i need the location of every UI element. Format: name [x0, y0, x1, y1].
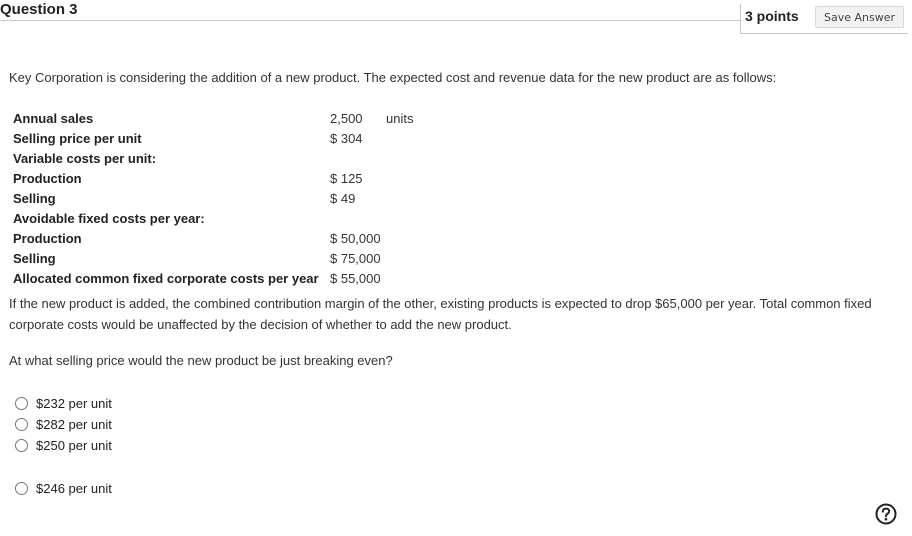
answer-option[interactable]: $232 per unit — [15, 395, 112, 411]
row-unit-annual-sales: units — [386, 111, 414, 126]
header-divider — [0, 20, 740, 21]
row-label-variable-production: Production — [13, 171, 82, 186]
radio-button[interactable] — [15, 417, 28, 431]
row-value-variable-production: $ 125 — [330, 171, 363, 186]
row-value-fixed-production: $ 50,000 — [330, 231, 381, 246]
save-answer-button[interactable]: Save Answer — [815, 6, 904, 28]
option-label: $232 per unit — [36, 395, 112, 411]
points-label: 3 points — [745, 8, 799, 24]
row-label-allocated-common: Allocated common fixed corporate costs p… — [13, 271, 319, 286]
question-intro: Key Corporation is considering the addit… — [9, 70, 777, 85]
row-value-annual-sales: 2,500 — [330, 111, 363, 126]
row-label-fixed-production: Production — [13, 231, 82, 246]
option-label: $282 per unit — [36, 416, 112, 432]
row-label-fixed-selling: Selling — [13, 251, 56, 266]
question-text: At what selling price would the new prod… — [9, 353, 393, 368]
help-circle-icon[interactable] — [875, 503, 897, 525]
context-paragraph: If the new product is added, the combine… — [9, 296, 872, 332]
row-value-fixed-selling: $ 75,000 — [330, 251, 381, 266]
answer-option[interactable]: $282 per unit — [15, 416, 112, 432]
radio-button[interactable] — [15, 481, 28, 495]
option-label: $250 per unit — [36, 437, 112, 453]
row-value-allocated-common: $ 55,000 — [330, 271, 381, 286]
answer-option[interactable]: $246 per unit — [15, 480, 112, 496]
row-label-selling-price: Selling price per unit — [13, 131, 142, 146]
row-label-avoidable-fixed: Avoidable fixed costs per year: — [13, 211, 205, 226]
row-value-selling-price: $ 304 — [330, 131, 363, 146]
answer-option[interactable]: $250 per unit — [15, 437, 112, 453]
row-value-variable-selling: $ 49 — [330, 191, 356, 206]
row-label-variable-selling: Selling — [13, 191, 56, 206]
question-title: Question 3 — [0, 1, 78, 18]
row-label-variable-costs: Variable costs per unit: — [13, 151, 157, 166]
row-label-annual-sales: Annual sales — [13, 111, 94, 126]
radio-button[interactable] — [15, 438, 28, 452]
radio-button[interactable] — [15, 396, 28, 410]
option-label: $246 per unit — [36, 480, 112, 496]
